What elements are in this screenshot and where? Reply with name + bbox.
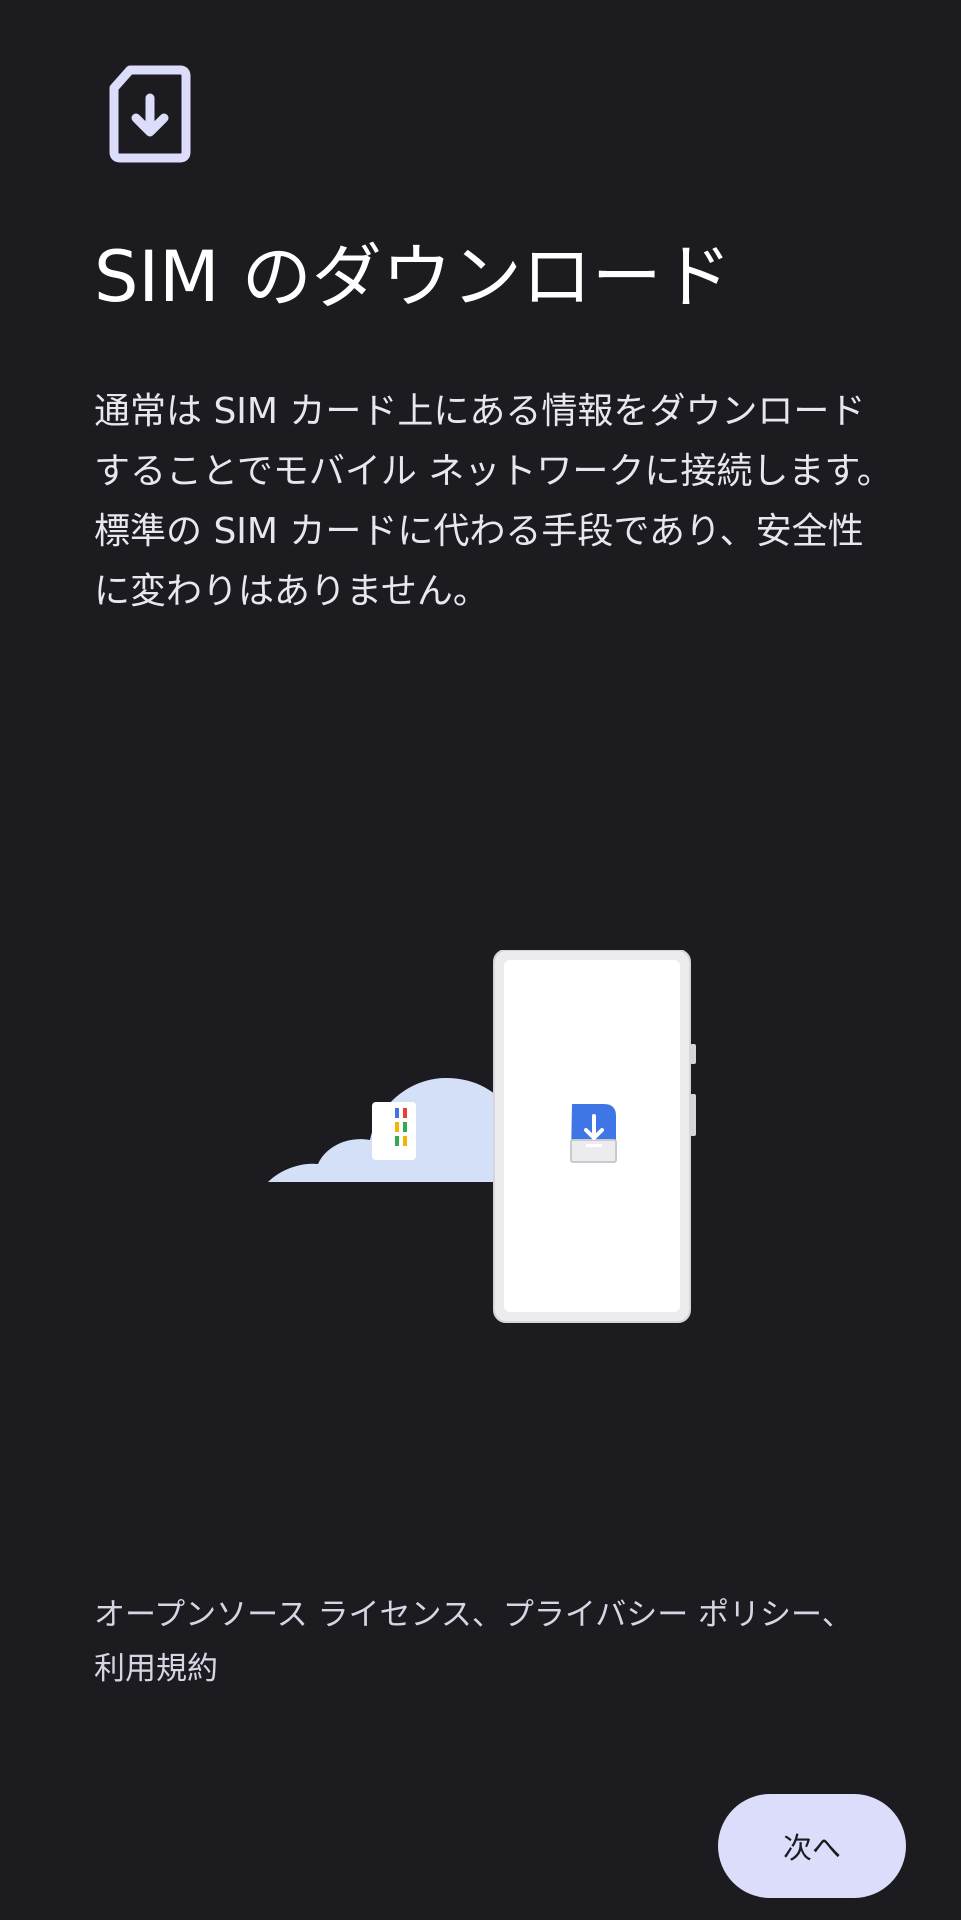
link-terms-of-service[interactable]: 利用規約 <box>94 1651 218 1687</box>
page-title: SIM のダウンロード <box>94 236 732 318</box>
legal-links: オープンソース ライセンス、プライバシー ポリシー、 利用規約 <box>94 1588 894 1696</box>
next-button[interactable]: 次へ <box>718 1794 906 1898</box>
link-privacy-policy[interactable]: プライバシー ポリシー <box>503 1597 822 1633</box>
phone-with-esim-icon <box>493 950 696 1323</box>
link-open-source-licenses[interactable]: オープンソース ライセンス <box>94 1597 472 1633</box>
esim-illustration <box>268 950 696 1323</box>
sim-download-icon <box>109 65 191 163</box>
description-text: 通常は SIM カード上にある情報をダウンロードすることでモバイル ネットワーク… <box>94 391 893 612</box>
link-separator: 、 <box>471 1597 503 1633</box>
link-separator: 、 <box>821 1597 853 1633</box>
